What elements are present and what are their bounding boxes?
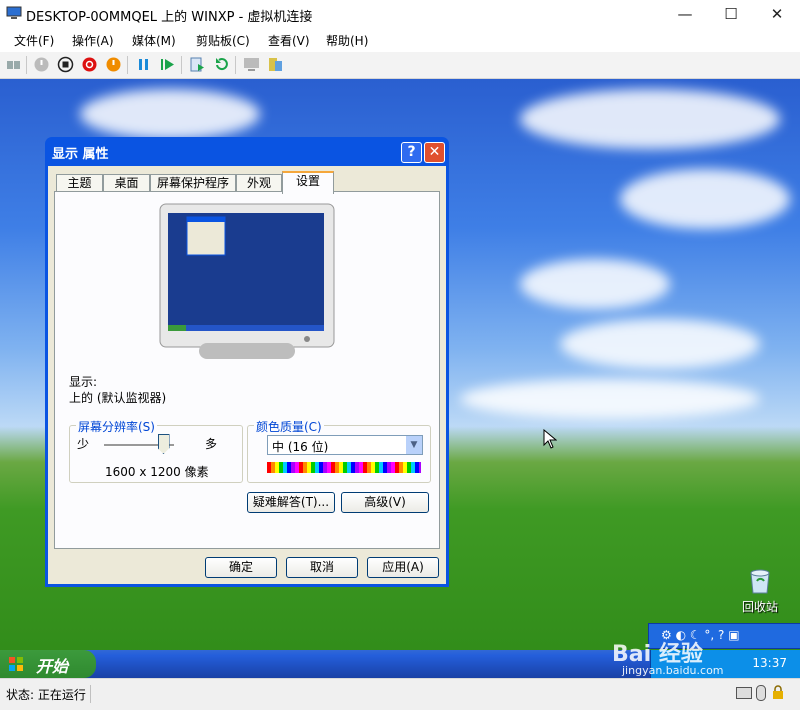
settings-panel: 显示: 上的 (默认监视器) 屏幕分辨率(S) 少 多 1600 x 1200 …: [54, 191, 440, 549]
recycle-bin[interactable]: 回收站: [740, 567, 780, 615]
help-button[interactable]: ?: [401, 142, 422, 163]
power-icon[interactable]: [105, 56, 122, 73]
display-label: 显示:: [69, 375, 98, 389]
toolbar-separator: [26, 56, 27, 74]
vm-connect-icon: [6, 6, 22, 19]
revert-icon[interactable]: [213, 56, 230, 73]
tab-settings[interactable]: 设置: [282, 171, 334, 194]
apply-button[interactable]: 应用(A): [367, 557, 439, 578]
color-quality-value: 中 (16 位): [272, 440, 329, 454]
troubleshoot-button[interactable]: 疑难解答(T)...: [247, 492, 335, 513]
lock-icon: [773, 685, 783, 699]
color-spectrum-preview: [267, 462, 421, 473]
resume-icon[interactable]: [159, 56, 176, 73]
resolution-min-label: 少: [77, 437, 90, 451]
enhanced-session-icon[interactable]: [243, 56, 260, 73]
monitor-preview: [159, 203, 335, 359]
menu-help[interactable]: 帮助(H): [326, 32, 368, 49]
mouse-icon: [756, 685, 766, 701]
menu-media[interactable]: 媒体(M): [132, 32, 176, 49]
cloud: [520, 89, 780, 149]
display-value: 上的 (默认监视器): [69, 391, 167, 405]
toolbar-separator: [235, 56, 236, 74]
ok-button[interactable]: 确定: [205, 557, 277, 578]
advanced-button[interactable]: 高级(V): [341, 492, 429, 513]
color-quality-select[interactable]: 中 (16 位) ▼: [267, 435, 423, 455]
cloud: [460, 379, 760, 419]
tab-appearance[interactable]: 外观: [236, 174, 282, 192]
windows-flag-icon: [9, 657, 23, 671]
color-quality-legend: 颜色质量(C): [254, 418, 324, 435]
dialog-close-button[interactable]: ✕: [424, 142, 445, 163]
close-button[interactable]: ✕: [754, 0, 800, 28]
toolbar: [0, 52, 800, 79]
shutdown-icon[interactable]: [81, 56, 98, 73]
share-icon[interactable]: [267, 56, 284, 73]
cloud: [80, 89, 260, 139]
dialog-body: 主题 桌面 屏幕保护程序 外观 设置 显示: 上的 (默认监视器) 屏幕分辨率(…: [48, 166, 446, 584]
status-separator: [90, 685, 91, 703]
status-bar: 状态: 正在运行: [0, 678, 800, 710]
resolution-max-label: 多: [205, 437, 218, 451]
pause-icon[interactable]: [135, 56, 152, 73]
toolbar-separator: [181, 56, 182, 74]
maximize-button[interactable]: ☐: [708, 0, 754, 28]
start-label: 开始: [36, 657, 69, 676]
start-icon[interactable]: [33, 56, 50, 73]
window-title: DESKTOP-0OMMQEL 上的 WINXP - 虚拟机连接: [26, 10, 313, 25]
baidu-watermark-url: jingyan.baidu.com: [622, 664, 724, 677]
recycle-bin-label: 回收站: [741, 600, 778, 614]
keyboard-icon: [736, 687, 752, 699]
window-titlebar: DESKTOP-0OMMQEL 上的 WINXP - 虚拟机连接 — ☐ ✕: [0, 0, 800, 28]
checkpoint-icon[interactable]: [189, 56, 206, 73]
resolution-legend: 屏幕分辨率(S): [76, 418, 157, 435]
tab-screensaver[interactable]: 屏幕保护程序: [150, 174, 236, 192]
guest-desktop[interactable]: 显示 属性 ? ✕ 主题 桌面 屏幕保护程序 外观 设置 显示: 上的 (默认监…: [0, 79, 800, 678]
minimize-button[interactable]: —: [662, 0, 708, 28]
ctrl-alt-del-icon[interactable]: [5, 56, 22, 73]
mouse-cursor-icon: [543, 429, 557, 449]
chevron-down-icon[interactable]: ▼: [406, 436, 422, 454]
cancel-button[interactable]: 取消: [286, 557, 358, 578]
turn-off-icon[interactable]: [57, 56, 74, 73]
menu-file[interactable]: 文件(F): [14, 32, 54, 49]
status-text: 状态: 正在运行: [6, 688, 86, 702]
tab-themes[interactable]: 主题: [56, 174, 103, 192]
menu-bar: 文件(F) 操作(A) 媒体(M) 剪贴板(C) 查看(V) 帮助(H): [0, 28, 800, 52]
toolbar-separator: [127, 56, 128, 74]
menu-clipboard[interactable]: 剪贴板(C): [196, 32, 250, 49]
cloud: [520, 259, 670, 309]
display-properties-dialog: 显示 属性 ? ✕ 主题 桌面 屏幕保护程序 外观 设置 显示: 上的 (默认监…: [45, 137, 449, 587]
dialog-title: 显示 属性: [52, 147, 109, 162]
recycle-bin-icon: [750, 569, 770, 594]
clock[interactable]: 13:37: [752, 656, 787, 670]
menu-action[interactable]: 操作(A): [72, 32, 114, 49]
start-button[interactable]: 开始: [0, 650, 96, 678]
tab-desktop[interactable]: 桌面: [103, 174, 150, 192]
cloud: [560, 319, 760, 369]
resolution-value: 1600 x 1200 像素: [105, 465, 209, 479]
menu-view[interactable]: 查看(V): [268, 32, 310, 49]
cloud: [620, 169, 790, 229]
